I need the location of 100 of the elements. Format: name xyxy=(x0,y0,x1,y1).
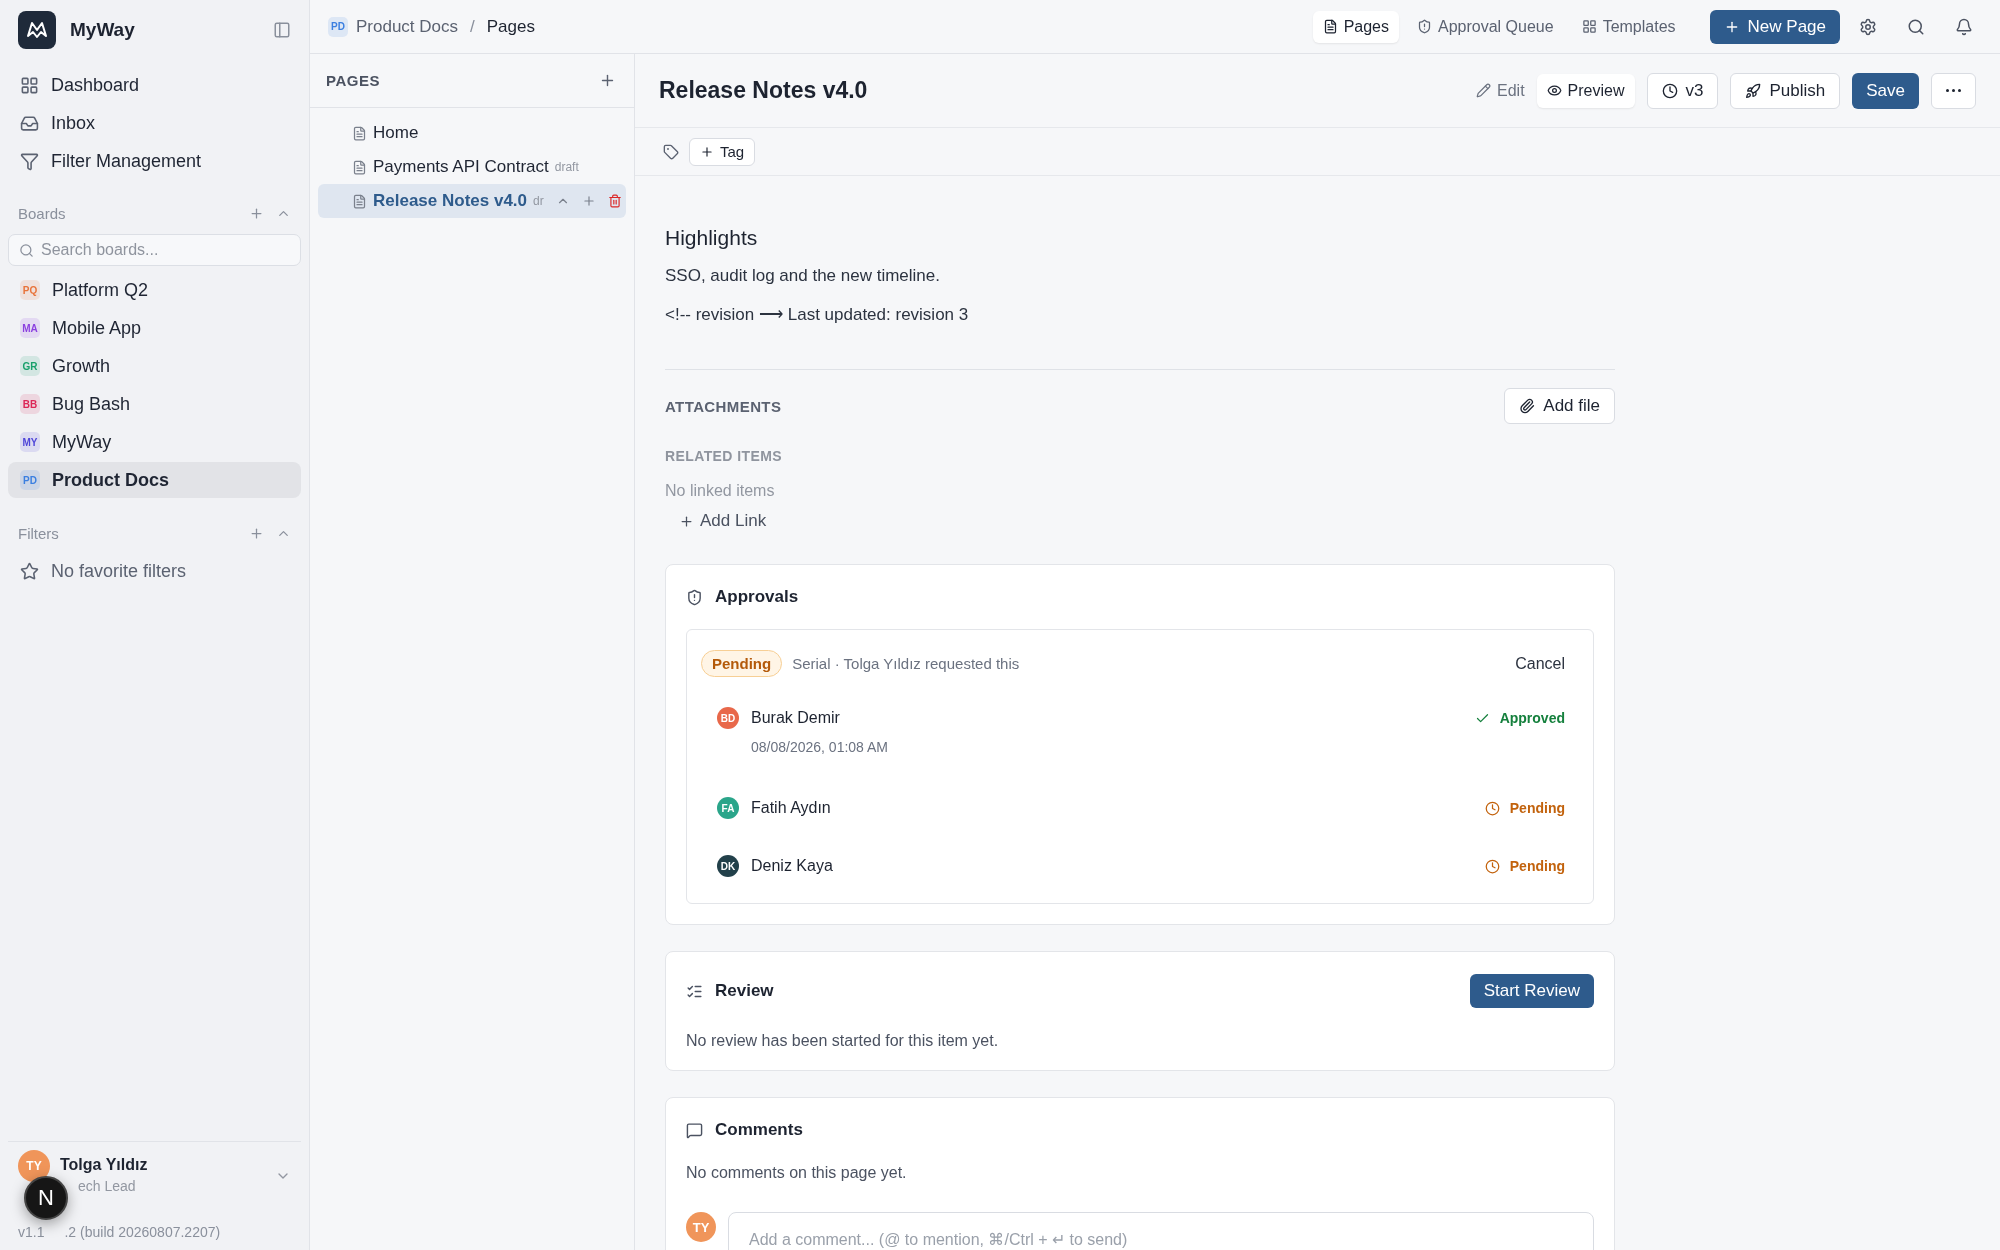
board-initials-badge: MY xyxy=(20,432,40,452)
approval-status: Approved xyxy=(1474,710,1565,726)
card-title: Approvals xyxy=(715,587,800,607)
card-title: Review xyxy=(715,981,775,1001)
document-icon xyxy=(352,125,367,141)
nav-tab[interactable]: Approval Queue xyxy=(1407,10,1564,43)
add-tag-button[interactable]: Tag xyxy=(689,137,756,166)
inbox-icon xyxy=(20,113,39,133)
bell-icon xyxy=(1955,17,1973,36)
breadcrumb-item[interactable]: Pages xyxy=(486,16,535,37)
star-icon xyxy=(20,561,39,581)
settings-icon xyxy=(1859,17,1877,36)
grid-icon xyxy=(1581,19,1597,34)
comment-field[interactable]: Add a comment... (@ to mention, ⌘/Ctrl + ↵ to send) xyxy=(728,1212,1594,1250)
request-meta: Serial · Tolga Yıldız requested this xyxy=(792,655,1021,672)
approver-name: Deniz Kaya xyxy=(751,857,834,875)
user-avatar: TY xyxy=(686,1212,716,1242)
new-page-button[interactable]: New Page xyxy=(1709,9,1840,44)
board-item[interactable]: GR Growth xyxy=(8,348,301,384)
card-title: Comments xyxy=(715,1120,804,1140)
draft-label: dr xyxy=(533,194,544,208)
board-item[interactable]: MY MyWay xyxy=(8,424,301,460)
app-name: MyWay xyxy=(70,19,136,41)
section-label: ATTACHMENTS xyxy=(665,397,783,415)
nav-tab[interactable]: Pages xyxy=(1312,10,1399,43)
save-button[interactable]: Save xyxy=(1852,72,1919,109)
clock-icon xyxy=(1484,858,1500,874)
board-item[interactable]: PD Product Docs xyxy=(8,462,301,498)
nav-item[interactable]: Filter Management xyxy=(8,142,301,180)
board-initials-badge: BB xyxy=(20,394,40,414)
user-avatar: TY xyxy=(18,1150,50,1182)
rocket-icon xyxy=(1745,82,1762,99)
section-title: Filters xyxy=(18,524,60,542)
page-item[interactable]: Home xyxy=(318,116,626,150)
approver-avatar: BD xyxy=(717,707,739,729)
search-icon xyxy=(1907,17,1925,36)
empty-text: No review has been started for this item yet. xyxy=(686,1032,1000,1050)
board-item[interactable]: MA Mobile App xyxy=(8,310,301,346)
eye-icon xyxy=(1546,83,1562,98)
approver-name: Fatih Aydın xyxy=(751,799,832,817)
filter-icon xyxy=(20,151,39,171)
comment-icon xyxy=(686,1121,703,1139)
add-file-button[interactable]: Add file xyxy=(1504,388,1615,424)
breadcrumb-item[interactable]: Product Docs xyxy=(356,16,459,37)
pencil-icon xyxy=(1476,83,1492,98)
breadcrumb-separator: / xyxy=(470,16,475,37)
grid-icon xyxy=(20,75,39,95)
board-item[interactable]: BB Bug Bash xyxy=(8,386,301,422)
trash-icon[interactable] xyxy=(607,194,622,208)
nav-tab[interactable]: Templates xyxy=(1571,10,1686,43)
section-label: RELATED ITEMS xyxy=(665,448,783,464)
document-icon xyxy=(1322,19,1338,34)
board-initials-badge: PD xyxy=(328,16,348,37)
empty-text: No linked items xyxy=(665,482,776,500)
panel-title: PAGES xyxy=(326,72,381,89)
board-initials-badge: PD xyxy=(20,470,40,490)
add-icon[interactable] xyxy=(249,205,264,221)
empty-text: No comments on this page yet. xyxy=(686,1164,908,1182)
approver-name: Burak Demir xyxy=(751,709,841,727)
mode-tab[interactable]: Edit xyxy=(1466,73,1535,108)
section-heading: Highlights xyxy=(665,226,759,250)
approval-time: 08/08/2026, 01:08 AM xyxy=(751,739,889,755)
draft-label: draft xyxy=(554,160,579,174)
approval-status: Pending xyxy=(1484,858,1565,874)
nav-item[interactable]: Inbox xyxy=(8,104,301,142)
publish-button[interactable]: Publish xyxy=(1730,72,1841,109)
clock-icon xyxy=(1484,800,1500,816)
version-button[interactable]: v3 xyxy=(1646,72,1719,109)
board-item[interactable]: PQ Platform Q2 xyxy=(8,272,301,308)
page-title: Release Notes v4.0 xyxy=(659,77,869,104)
add-icon[interactable] xyxy=(581,194,596,208)
more-icon xyxy=(1946,89,1961,92)
page-item[interactable]: Payments API Contract draft xyxy=(318,150,626,184)
nav-item[interactable]: Dashboard xyxy=(8,66,301,104)
section-title: Boards xyxy=(18,204,67,222)
logo-icon xyxy=(18,11,56,49)
version-text: v1.1 xyxy=(18,1224,45,1240)
add-link-button[interactable]: Add Link xyxy=(665,508,781,534)
paragraph: <!-- revision ⟶ Last updated: revision 3 xyxy=(665,304,970,325)
mode-tab[interactable]: Preview xyxy=(1536,73,1635,108)
start-review-button[interactable]: Start Review xyxy=(1469,974,1594,1008)
version-text: .2 (build 20260807.2207) xyxy=(64,1224,221,1240)
empty-text: No favorite filters xyxy=(51,560,187,582)
board-initials-badge: MA xyxy=(20,318,40,338)
shield-icon xyxy=(1417,19,1432,34)
add-icon[interactable] xyxy=(249,525,264,541)
paragraph: SSO, audit log and the new timeline. xyxy=(665,266,941,286)
dev-tools-badge[interactable]: N xyxy=(24,1176,68,1220)
tag-icon xyxy=(663,143,679,160)
status-badge: Pending xyxy=(701,650,783,677)
sidebar-toggle-icon[interactable] xyxy=(273,21,291,39)
user-name: Tolga Yıldız xyxy=(60,1156,149,1174)
page-item[interactable]: Release Notes v4.0 dr xyxy=(318,184,626,218)
approver-avatar: DK xyxy=(717,855,739,877)
cancel-button[interactable]: Cancel xyxy=(1515,654,1565,673)
shield-icon xyxy=(686,588,703,606)
add-page-icon[interactable] xyxy=(599,72,616,89)
search-field[interactable]: Search boards... xyxy=(8,234,301,266)
board-initials-badge: PQ xyxy=(20,280,40,300)
plus-icon xyxy=(700,144,714,159)
